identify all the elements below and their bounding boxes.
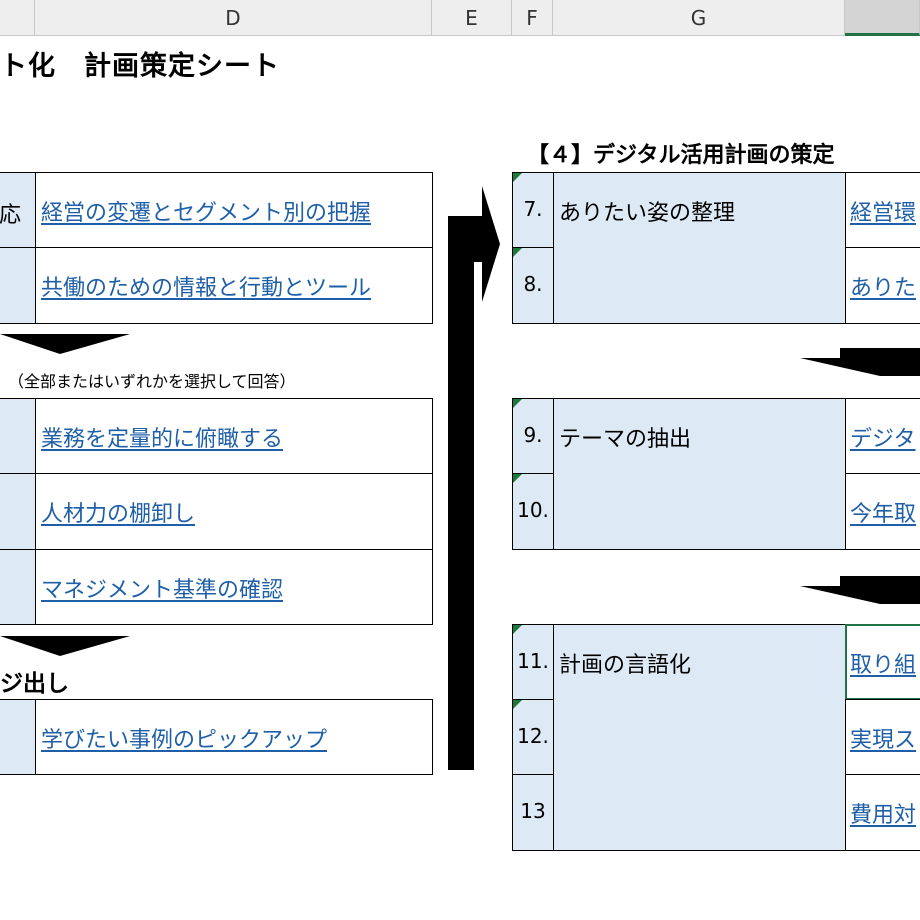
column-header-d[interactable]: D <box>35 0 432 36</box>
flow-arrow-shape <box>448 186 500 770</box>
group-title-cell-vision[interactable]: ありたい姿の整理 <box>553 172 846 324</box>
num-cell-7[interactable]: 7. <box>512 172 554 248</box>
group-title: テーマの抽出 <box>559 427 692 452</box>
down-arrow-shape <box>0 636 130 656</box>
column-header-f[interactable]: F <box>512 0 553 36</box>
comment-indicator-icon <box>513 625 522 634</box>
group-title: 計画の言語化 <box>559 653 692 678</box>
link-management-transition[interactable]: 経営の変遷とセグメント別の把握 <box>41 195 371 227</box>
item-number: 7. <box>523 197 543 221</box>
item-number: 13 <box>520 799 546 823</box>
cell-c-row6[interactable] <box>0 699 36 775</box>
cell-c-row4[interactable] <box>0 473 36 550</box>
column-header-h-selected[interactable] <box>845 0 920 36</box>
num-cell-8[interactable]: 8. <box>512 247 554 324</box>
group-title-cell-themes[interactable]: テーマの抽出 <box>553 398 846 550</box>
sheet-title: ト化 計画策定シート <box>0 51 280 82</box>
cell-d-row4[interactable]: 人材力の棚卸し <box>35 473 433 550</box>
item-number: 8. <box>523 272 543 296</box>
cell-d-row5[interactable]: マネジメント基準の確認 <box>35 549 433 625</box>
section-heading-ideas: ジ出し <box>0 671 69 697</box>
cell-h-11-selected[interactable]: 取り組 <box>845 624 920 700</box>
link-item-10[interactable]: 今年取 <box>850 496 916 528</box>
item-number: 11. <box>517 649 549 673</box>
link-item-11[interactable]: 取り組 <box>850 647 916 679</box>
cell-d-row6[interactable]: 学びたい事例のピックアップ <box>35 699 433 775</box>
link-business-overview[interactable]: 業務を定量的に俯瞰する <box>41 421 283 453</box>
cell-c-row3[interactable] <box>0 398 36 474</box>
select-note: （全部またはいずれかを選択して回答） <box>8 372 296 391</box>
cell-c-row2[interactable] <box>0 247 36 324</box>
item-number: 12. <box>517 724 549 748</box>
column-header-e[interactable]: E <box>432 0 512 36</box>
link-item-13[interactable]: 費用対 <box>850 797 916 829</box>
link-item-9[interactable]: デジタ <box>850 421 916 453</box>
cell-h-8[interactable]: ありた <box>845 247 920 324</box>
down-arrow-shape <box>800 576 920 604</box>
cell-d-row1[interactable]: 経営の変遷とセグメント別の把握 <box>35 172 433 248</box>
comment-indicator-icon <box>513 700 522 709</box>
link-item-7[interactable]: 経営環 <box>850 195 916 227</box>
item-number: 10. <box>517 498 549 522</box>
item-number: 9. <box>523 423 543 447</box>
cell-d-row2[interactable]: 共働のための情報と行動とツール <box>35 247 433 324</box>
row1-label: 応 <box>0 203 22 228</box>
group-title-cell-plan[interactable]: 計画の言語化 <box>553 624 846 851</box>
num-cell-11[interactable]: 11. <box>512 624 554 700</box>
num-cell-9[interactable]: 9. <box>512 398 554 474</box>
cell-d-row3[interactable]: 業務を定量的に俯瞰する <box>35 398 433 474</box>
cell-h-12[interactable]: 実現ス <box>845 699 920 775</box>
num-cell-10[interactable]: 10. <box>512 473 554 550</box>
link-talent-inventory[interactable]: 人材力の棚卸し <box>41 496 195 528</box>
comment-indicator-icon <box>513 399 522 408</box>
num-cell-12[interactable]: 12. <box>512 699 554 775</box>
down-arrow-shape <box>0 334 130 354</box>
comment-indicator-icon <box>513 173 522 182</box>
num-cell-13[interactable]: 13 <box>512 774 554 851</box>
link-case-pickup[interactable]: 学びたい事例のピックアップ <box>41 722 327 754</box>
section-heading-digital-plan: 【４】デジタル活用計画の策定 <box>527 143 835 168</box>
column-header-g[interactable]: G <box>553 0 845 36</box>
cell-c-row1[interactable]: 応 <box>0 172 36 248</box>
link-item-12[interactable]: 実現ス <box>850 722 916 754</box>
cell-h-9[interactable]: デジタ <box>845 398 920 474</box>
column-header-c[interactable] <box>0 0 35 36</box>
down-arrow-shape <box>800 348 920 376</box>
cell-h-7[interactable]: 経営環 <box>845 172 920 248</box>
link-management-criteria[interactable]: マネジメント基準の確認 <box>41 572 283 604</box>
group-title: ありたい姿の整理 <box>559 201 736 226</box>
cell-c-row5[interactable] <box>0 549 36 625</box>
link-collaboration-info[interactable]: 共働のための情報と行動とツール <box>41 270 371 302</box>
comment-indicator-icon <box>513 248 522 257</box>
link-item-8[interactable]: ありた <box>850 270 916 302</box>
cell-h-10[interactable]: 今年取 <box>845 473 920 550</box>
comment-indicator-icon <box>513 474 522 483</box>
cell-h-13[interactable]: 費用対 <box>845 774 920 851</box>
